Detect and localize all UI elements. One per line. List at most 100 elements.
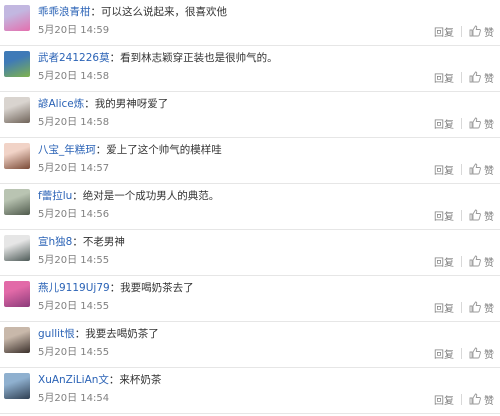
thumbs-up-icon xyxy=(469,209,481,221)
comment-item: 八宝_年糕珂：爱上了这个帅气的模样哇 5月20日 14:57 回复 赞 xyxy=(0,138,500,184)
username-link[interactable]: f蕾拉lu xyxy=(38,190,72,202)
divider xyxy=(461,255,462,267)
username-link[interactable]: 諺Alice炼 xyxy=(38,98,84,110)
comment-text: ：可以这么说起来，很喜欢他 xyxy=(90,6,228,18)
thumbs-up-icon xyxy=(469,71,481,83)
divider xyxy=(461,163,462,175)
username-link[interactable]: 八宝_年糕珂 xyxy=(38,144,96,156)
comment-actions: 回复 赞 xyxy=(434,115,494,131)
username-link[interactable]: gullit恨 xyxy=(38,328,75,340)
reply-button[interactable]: 回复 xyxy=(434,116,454,131)
avatar[interactable] xyxy=(4,189,30,215)
comment-text: ：绝对是一个成功男人的典范。 xyxy=(72,190,220,202)
comment-line: 諺Alice炼：我的男神呀爱了 xyxy=(38,95,494,113)
username-link[interactable]: XuAnZiLiAn文 xyxy=(38,374,109,386)
reply-button[interactable]: 回复 xyxy=(434,162,454,177)
reply-button[interactable]: 回复 xyxy=(434,208,454,223)
comment-line: f蕾拉lu：绝对是一个成功男人的典范。 xyxy=(38,187,494,205)
timestamp: 5月20日 14:55 xyxy=(38,301,110,312)
avatar[interactable] xyxy=(4,281,30,307)
comment-line: 八宝_年糕珂：爱上了这个帅气的模样哇 xyxy=(38,141,494,159)
username-link[interactable]: 乖乖浪青柑 xyxy=(38,6,91,18)
comment-actions: 回复 赞 xyxy=(434,345,494,361)
comment-text: ：我要喝奶茶去了 xyxy=(109,282,194,294)
reply-button[interactable]: 回复 xyxy=(434,24,454,39)
avatar[interactable] xyxy=(4,327,30,353)
like-button[interactable]: 赞 xyxy=(469,70,494,85)
comment-item: 燕儿9119Uj79：我要喝奶茶去了 5月20日 14:55 回复 赞 xyxy=(0,276,500,322)
timestamp: 5月20日 14:58 xyxy=(38,117,110,128)
like-button[interactable]: 赞 xyxy=(469,208,494,223)
divider xyxy=(461,347,462,359)
reply-button[interactable]: 回复 xyxy=(434,70,454,85)
comment-item: f蕾拉lu：绝对是一个成功男人的典范。 5月20日 14:56 回复 赞 xyxy=(0,184,500,230)
comment-actions: 回复 赞 xyxy=(434,253,494,269)
like-label: 赞 xyxy=(484,27,494,39)
comment-item: 宣h独8：不老男神 5月20日 14:55 回复 赞 xyxy=(0,230,500,276)
comment-line: 燕儿9119Uj79：我要喝奶茶去了 xyxy=(38,279,494,297)
comment-line: XuAnZiLiAn文：来杯奶茶 xyxy=(38,371,494,389)
like-button[interactable]: 赞 xyxy=(469,24,494,39)
like-button[interactable]: 赞 xyxy=(469,162,494,177)
comment-actions: 回复 赞 xyxy=(434,161,494,177)
comment-text: ：爱上了这个帅气的模样哇 xyxy=(95,144,222,156)
timestamp: 5月20日 14:55 xyxy=(38,255,110,266)
avatar[interactable] xyxy=(4,51,30,77)
like-label: 赞 xyxy=(484,395,494,407)
like-label: 赞 xyxy=(484,211,494,223)
username-link[interactable]: 宣h独8 xyxy=(38,236,72,248)
like-button[interactable]: 赞 xyxy=(469,346,494,361)
like-label: 赞 xyxy=(484,119,494,131)
comment-item: XuAnZiLiAn文：来杯奶茶 5月20日 14:54 回复 赞 xyxy=(0,368,500,414)
reply-button[interactable]: 回复 xyxy=(434,300,454,315)
comment-item: 武者241226莫：看到林志颖穿正装也是很帅气的。 5月20日 14:58 回复… xyxy=(0,46,500,92)
timestamp: 5月20日 14:59 xyxy=(38,25,110,36)
thumbs-up-icon xyxy=(469,393,481,405)
timestamp: 5月20日 14:57 xyxy=(38,163,110,174)
avatar[interactable] xyxy=(4,373,30,399)
comment-actions: 回复 赞 xyxy=(434,23,494,39)
thumbs-up-icon xyxy=(469,347,481,359)
comment-actions: 回复 赞 xyxy=(434,69,494,85)
divider xyxy=(461,117,462,129)
comment-list: 乖乖浪青柑：可以这么说起来，很喜欢他 5月20日 14:59 回复 赞 武者24… xyxy=(0,0,500,416)
reply-button[interactable]: 回复 xyxy=(434,392,454,407)
thumbs-up-icon xyxy=(469,301,481,313)
timestamp: 5月20日 14:54 xyxy=(38,393,110,404)
reply-button[interactable]: 回复 xyxy=(434,254,454,269)
comment-text: ：我的男神呀爱了 xyxy=(84,98,169,110)
like-label: 赞 xyxy=(484,165,494,177)
timestamp: 5月20日 14:55 xyxy=(38,347,110,358)
comment-line: 乖乖浪青柑：可以这么说起来，很喜欢他 xyxy=(38,3,494,21)
comment-item: 諺Alice炼：我的男神呀爱了 5月20日 14:58 回复 赞 xyxy=(0,92,500,138)
divider xyxy=(461,209,462,221)
like-label: 赞 xyxy=(484,349,494,361)
avatar[interactable] xyxy=(4,235,30,261)
comment-line: gullit恨：我要去喝奶茶了 xyxy=(38,325,494,343)
thumbs-up-icon xyxy=(469,25,481,37)
comment-item: gullit恨：我要去喝奶茶了 5月20日 14:55 回复 赞 xyxy=(0,322,500,368)
timestamp: 5月20日 14:58 xyxy=(38,71,110,82)
username-link[interactable]: 武者241226莫 xyxy=(38,52,110,64)
like-button[interactable]: 赞 xyxy=(469,392,494,407)
comment-actions: 回复 赞 xyxy=(434,391,494,407)
divider xyxy=(461,393,462,405)
like-button[interactable]: 赞 xyxy=(469,300,494,315)
like-label: 赞 xyxy=(484,73,494,85)
comment-text: ：我要去喝奶茶了 xyxy=(74,328,159,340)
reply-button[interactable]: 回复 xyxy=(434,346,454,361)
thumbs-up-icon xyxy=(469,255,481,267)
avatar[interactable] xyxy=(4,5,30,31)
comment-actions: 回复 赞 xyxy=(434,299,494,315)
like-button[interactable]: 赞 xyxy=(469,254,494,269)
comment-text: ：来杯奶茶 xyxy=(108,374,162,386)
comment-line: 宣h独8：不老男神 xyxy=(38,233,494,251)
avatar[interactable] xyxy=(4,143,30,169)
avatar[interactable] xyxy=(4,97,30,123)
comment-text: ：不老男神 xyxy=(72,236,125,248)
comment-item: 乖乖浪青柑：可以这么说起来，很喜欢他 5月20日 14:59 回复 赞 xyxy=(0,0,500,46)
thumbs-up-icon xyxy=(469,163,481,175)
comment-text: ：看到林志颖穿正装也是很帅气的。 xyxy=(109,52,278,64)
like-button[interactable]: 赞 xyxy=(469,116,494,131)
username-link[interactable]: 燕儿9119Uj79 xyxy=(38,282,110,294)
